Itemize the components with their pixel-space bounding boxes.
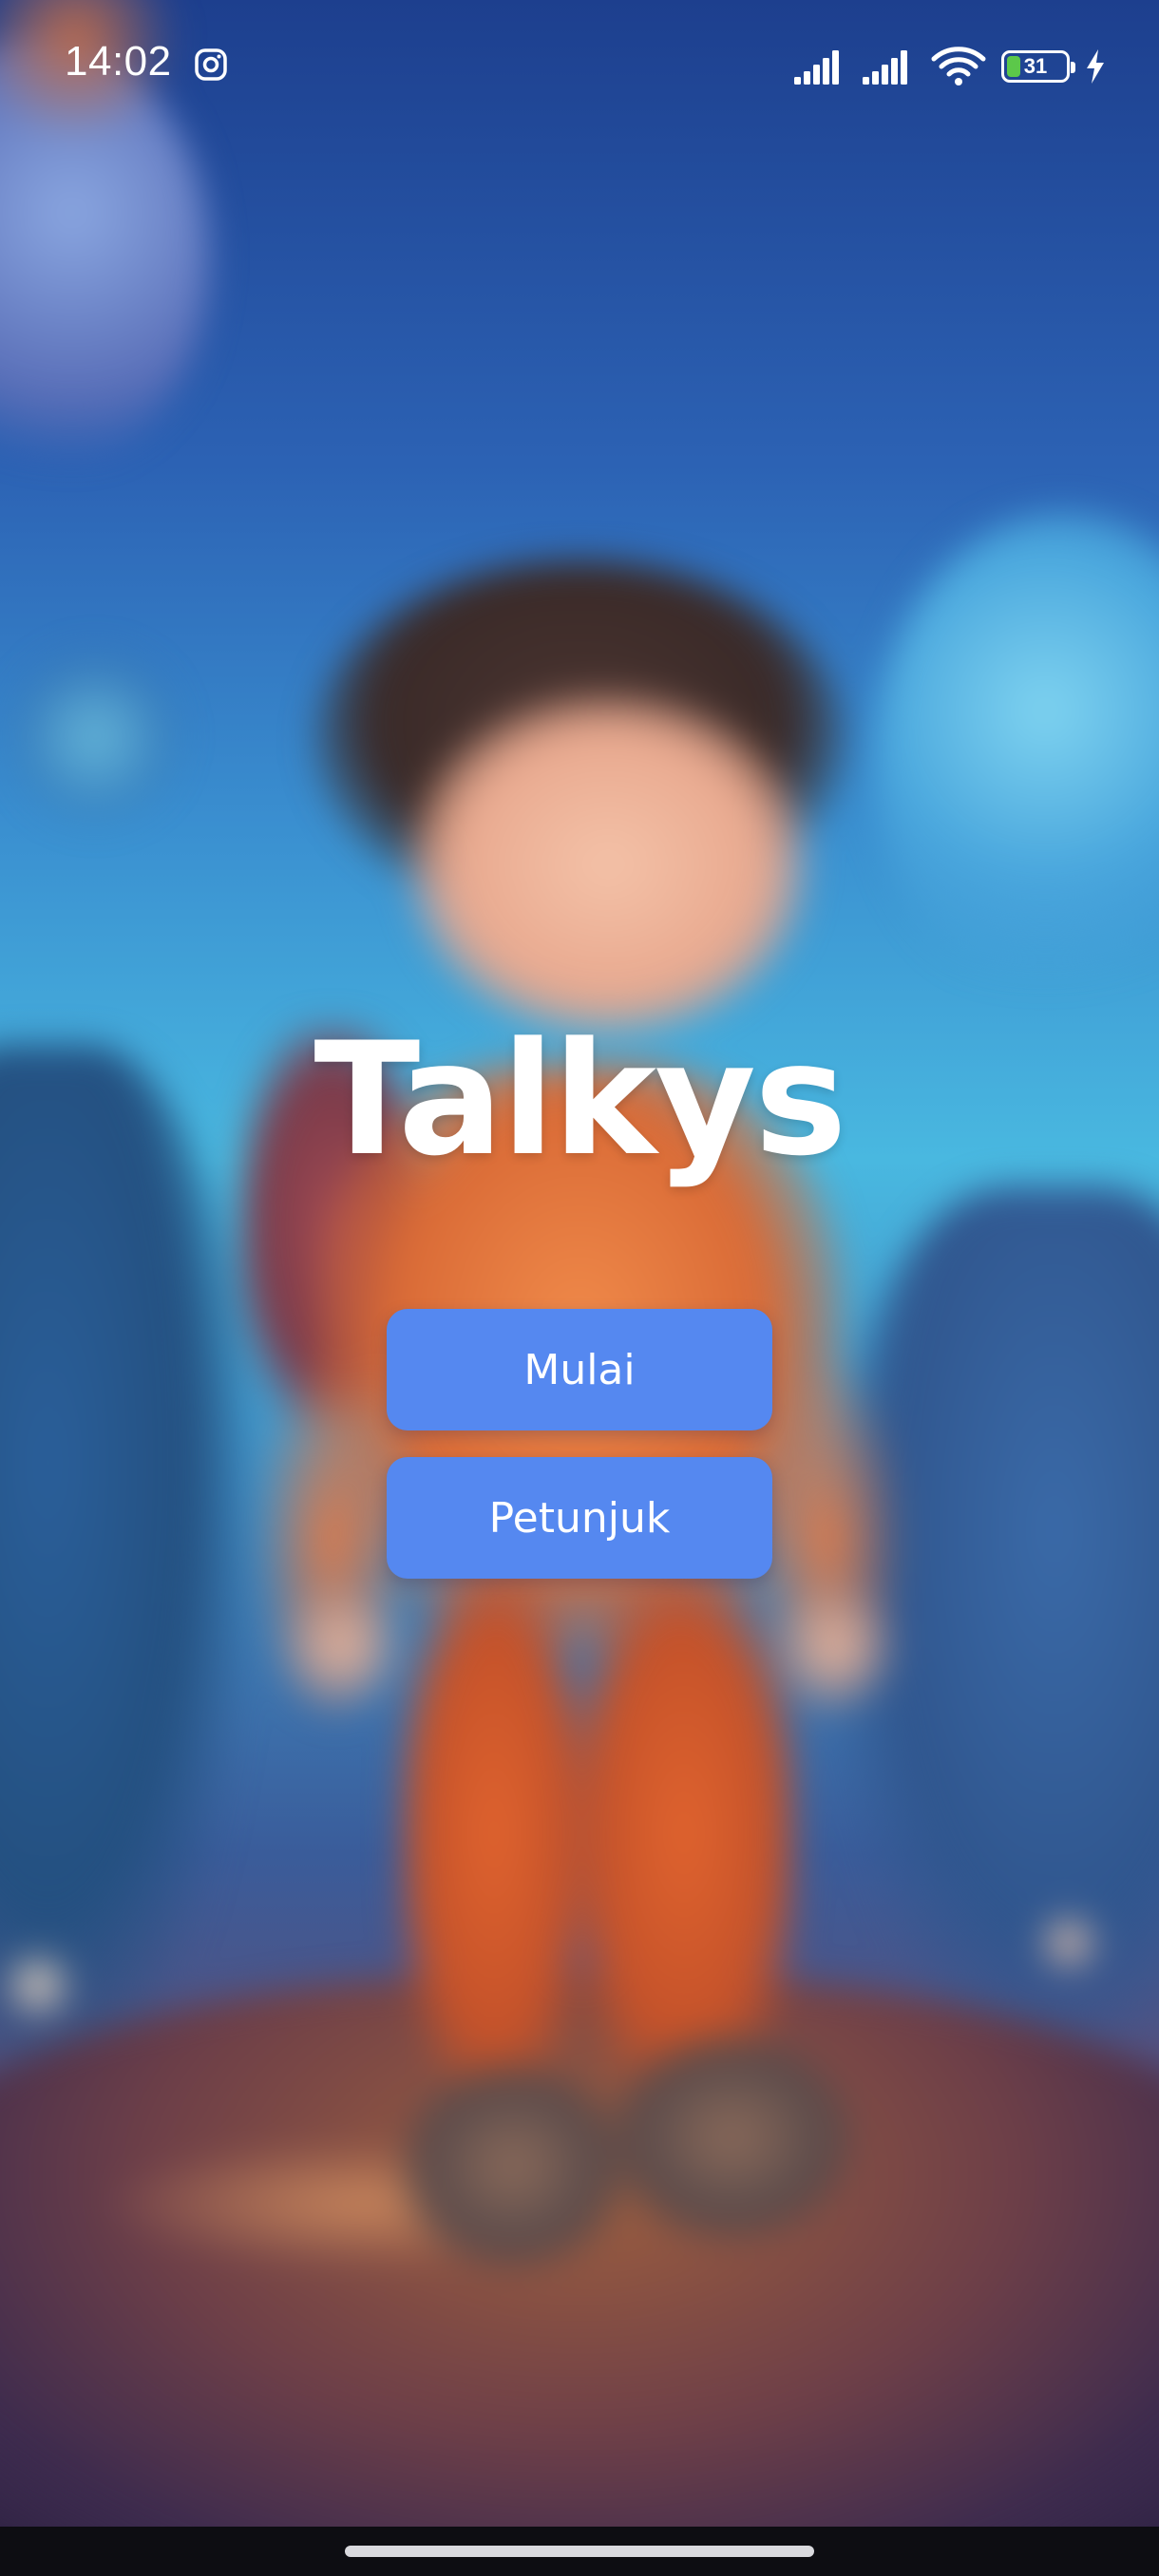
- instagram-icon: [195, 48, 227, 81]
- home-indicator[interactable]: [345, 2546, 814, 2557]
- status-icons: 31: [794, 44, 1106, 89]
- guide-button[interactable]: Petunjuk: [387, 1457, 772, 1579]
- app-title: Talkys: [314, 1009, 846, 1190]
- signal-icon: [863, 50, 907, 85]
- status-bar: 14:02 31: [0, 0, 1159, 133]
- battery-level: 31: [1023, 54, 1048, 78]
- signal-icon: [794, 50, 839, 85]
- background-illustration: [0, 0, 1159, 2576]
- status-time: 14:02: [65, 38, 172, 85]
- charging-icon: [1087, 49, 1104, 84]
- start-button[interactable]: Mulai: [387, 1309, 772, 1430]
- main-menu-screen: 14:02 31 Talkys Mulai Petunjuk: [0, 0, 1159, 2576]
- battery-icon: 31: [1001, 50, 1075, 83]
- wifi-icon: [931, 47, 986, 85]
